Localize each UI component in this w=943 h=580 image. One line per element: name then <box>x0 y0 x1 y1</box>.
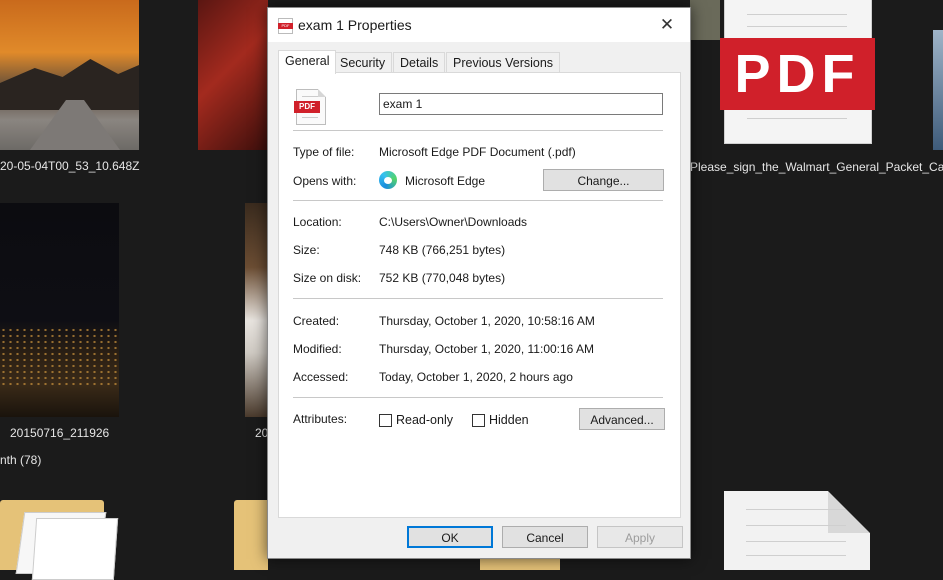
read-only-label[interactable]: Read-only <box>396 413 453 427</box>
opens-with-label: Opens with: <box>293 174 357 188</box>
hidden-label[interactable]: Hidden <box>489 413 529 427</box>
pdf-file-icon: PDF <box>294 89 326 125</box>
thumbnail-partial[interactable] <box>690 0 720 40</box>
read-only-checkbox[interactable] <box>379 414 392 427</box>
document-thumbnail[interactable] <box>724 491 870 570</box>
folder-icon[interactable] <box>234 500 268 570</box>
page-fold <box>828 491 870 533</box>
opens-with-value: Microsoft Edge <box>405 174 486 188</box>
page-line <box>747 14 847 15</box>
folder-paper <box>31 518 119 580</box>
page-line <box>746 541 846 542</box>
pdf-badge: PDF <box>720 38 875 110</box>
page-line <box>746 555 846 556</box>
file-label[interactable]: 20-05-04T00_53_10.648Z <box>0 159 139 173</box>
group-header[interactable]: nth (78) <box>0 453 41 467</box>
file-label[interactable]: 20150716_211926 <box>10 426 109 440</box>
thumbnail-edge-right[interactable] <box>933 30 943 150</box>
tab-security[interactable]: Security <box>333 52 393 73</box>
modified-value: Thursday, October 1, 2020, 11:00:16 AM <box>379 342 595 356</box>
dialog-title: exam 1 Properties <box>298 17 412 33</box>
size-on-disk-label: Size on disk: <box>293 271 362 285</box>
close-button[interactable]: ✕ <box>644 8 690 42</box>
hidden-checkbox[interactable] <box>472 414 485 427</box>
location-label: Location: <box>293 215 342 229</box>
pdf-badge-icon: PDF <box>294 101 320 113</box>
page-corner <box>318 89 326 97</box>
tab-previous-versions[interactable]: Previous Versions <box>446 52 561 73</box>
type-value: Microsoft Edge PDF Document (.pdf) <box>379 145 576 159</box>
attributes-label: Attributes: <box>293 412 348 426</box>
file-label[interactable]: Please_sign_the_Walmart_General_Packet_C… <box>690 159 943 176</box>
change-button[interactable]: Change... <box>543 169 664 191</box>
separator <box>293 397 663 398</box>
general-panel: PDF Type of file: Microsoft Edge PDF Doc… <box>278 72 681 518</box>
accessed-value: Today, October 1, 2020, 2 hours ago <box>379 370 573 384</box>
pdf-file-icon <box>278 18 293 34</box>
accessed-label: Accessed: <box>293 370 349 384</box>
close-icon: ✕ <box>659 15 675 34</box>
page-line <box>746 509 846 510</box>
edge-icon <box>379 171 397 189</box>
tab-details[interactable]: Details <box>393 52 446 73</box>
created-value: Thursday, October 1, 2020, 10:58:16 AM <box>379 314 595 328</box>
separator <box>293 298 663 299</box>
page-line <box>747 26 847 27</box>
size-on-disk-value: 752 KB (770,048 bytes) <box>379 271 506 285</box>
thumbnail-red[interactable] <box>198 0 268 150</box>
created-label: Created: <box>293 314 340 328</box>
thumbnail-sunset[interactable] <box>0 0 139 150</box>
page-line <box>746 525 846 526</box>
advanced-button[interactable]: Advanced... <box>579 408 665 430</box>
cancel-button[interactable]: Cancel <box>502 526 588 548</box>
separator <box>293 130 663 131</box>
separator <box>293 200 663 201</box>
apply-button[interactable]: Apply <box>597 526 683 548</box>
icon-line <box>302 96 318 97</box>
file-name-input[interactable] <box>379 93 663 115</box>
tab-general[interactable]: General <box>278 50 337 74</box>
modified-label: Modified: <box>293 342 342 356</box>
icon-line <box>302 117 318 118</box>
ok-button[interactable]: OK <box>407 526 493 548</box>
size-label: Size: <box>293 243 320 257</box>
folder-icon[interactable] <box>0 500 119 580</box>
page-line <box>747 118 847 119</box>
properties-dialog: exam 1 Properties ✕ General Security Det… <box>267 7 691 559</box>
type-label: Type of file: <box>293 145 355 159</box>
thumbnail-night[interactable] <box>0 203 119 417</box>
location-value: C:\Users\Owner\Downloads <box>379 215 528 229</box>
thumbnail-person[interactable] <box>245 203 268 417</box>
title-bar[interactable]: exam 1 Properties ✕ <box>268 8 690 42</box>
size-value: 748 KB (766,251 bytes) <box>379 243 506 257</box>
